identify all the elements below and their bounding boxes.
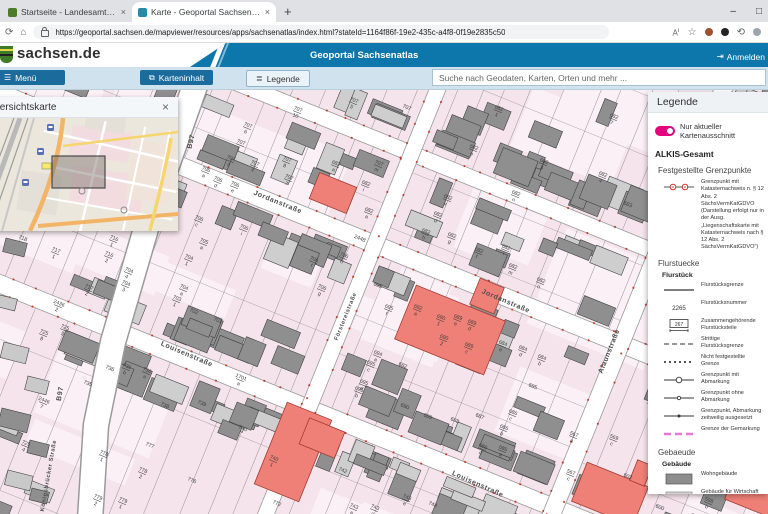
legend-symbol-number: 2265 — [662, 300, 696, 315]
legend-row: Grenzpunkt ohne Abmarkung — [655, 390, 764, 405]
legend-row: Grenzpunkt, Abmarkung zeitweilig ausgese… — [655, 408, 764, 423]
legend-symbol-line-dot — [662, 408, 696, 423]
legend-group-title: ALKIS-Gesamt — [655, 149, 764, 159]
overview-close-icon[interactable]: × — [162, 100, 169, 114]
svg-text:267: 267 — [675, 321, 684, 327]
lock-icon — [41, 30, 49, 37]
tab-favicon — [8, 8, 17, 17]
legend-subsection-title: Gebäude — [655, 461, 764, 468]
window-controls: – □ — [724, 0, 768, 22]
browser-essentials-icon[interactable] — [721, 28, 729, 36]
legend-section-title: Gebaeude — [655, 448, 764, 457]
legend-row-label: Flurstücksgrenze — [701, 282, 764, 289]
legend-row: 2265 Flurstücksnummer — [655, 300, 764, 315]
menu-button[interactable]: ☰ Menü — [0, 70, 65, 85]
legend-symbol-grenzpunkt — [662, 179, 696, 194]
site-logo[interactable]: sachsen.de — [17, 45, 101, 62]
legend-row: Grenzpunkt mit Katasternachweis n. § 12 … — [655, 179, 764, 252]
tab-close-icon[interactable]: × — [121, 7, 126, 17]
header-banner: Geoportal Sachsenatlas ⇥Anmelden — [190, 43, 768, 67]
legend-row-label: Grenzpunkt ohne Abmarkung — [701, 390, 764, 405]
legend-row-label: Grenzpunkt, Abmarkung zeitweilig ausgese… — [701, 408, 764, 423]
legend-row: Strittige Flurstücksgrenze — [655, 336, 764, 351]
legend-symbol-line-circle-small — [662, 390, 696, 405]
tab-strip: Startseite - Landesamt für Geob…×Karte -… — [2, 2, 276, 22]
url-text: https://geoportal.sachsen.de/mapviewer/r… — [55, 28, 505, 37]
tab-favicon — [138, 8, 147, 17]
browser-tab-bar: Startseite - Landesamt für Geob…×Karte -… — [0, 0, 768, 22]
legend-section-title: Festgestellte Grenzpunkte — [655, 166, 764, 175]
hamburger-icon: ☰ — [4, 73, 11, 82]
browser-tab[interactable]: Startseite - Landesamt für Geob… × — [2, 2, 132, 22]
tab-title: Startseite - Landesamt für Geob… — [21, 7, 117, 17]
legend-section-title: Flurstuecke — [655, 259, 764, 268]
site-header: sachsen.de Geoportal Sachsenatlas ⇥Anmel… — [0, 43, 768, 67]
legend-row-label: Grenzpunkt mit Abmarkung — [701, 372, 764, 387]
app-title: Geoportal Sachsenatlas — [310, 50, 418, 61]
map-extent-rectangle[interactable] — [52, 156, 105, 188]
legend-symbol-swatch-dark — [662, 471, 696, 486]
login-icon: ⇥ — [717, 51, 724, 62]
legend-row: Grenze der Gemarkung — [655, 426, 764, 441]
legend-symbol-line-dots — [662, 354, 696, 369]
toggle-label: Nur aktueller Kartenausschnitt — [680, 122, 764, 140]
sync-icon[interactable]: ⟲ — [737, 27, 745, 38]
address-bar: ⟳ ⌂ https://geoportal.sachsen.de/mapview… — [0, 22, 768, 43]
map-canvas[interactable]: 707107076707170797074707870777075707706a… — [0, 90, 768, 514]
legend-row: 267 Zusammengehörende Flurstücksteile — [655, 318, 764, 333]
overview-panel-title: Übersichtskarte — [0, 102, 56, 113]
legend-symbol-line-dash — [662, 336, 696, 351]
legend-panel: Legende Nur aktueller Kartenausschnitt A… — [648, 92, 768, 494]
legend-subsection-title: Flurstück — [655, 272, 764, 279]
legend-title: Legende — [657, 96, 698, 108]
map-content-button[interactable]: ⧉ Karteninhalt — [140, 70, 213, 85]
legend-row-label: Flurstücksnummer — [701, 300, 764, 307]
browser-action-icons: Aı ☆ ⟲ — [672, 27, 763, 38]
legend-row: Gebäude für Wirtschaft oder Gewerbe — [655, 489, 764, 494]
refresh-icon[interactable]: ⟳ — [5, 27, 13, 38]
tab-close-icon[interactable]: × — [265, 7, 270, 17]
profile-avatar[interactable] — [753, 28, 761, 36]
legend-button[interactable]: ≣ Legende — [246, 70, 310, 87]
browser-tab[interactable]: Karte - Geoportal Sachsenatlas × — [132, 2, 276, 22]
login-button[interactable]: ⇥Anmelden — [717, 51, 765, 62]
map-extent-toggle[interactable] — [655, 126, 675, 136]
legend-row: Grenzpunkt mit Abmarkung — [655, 372, 764, 387]
legend-row-label: Wohngebäude — [701, 471, 764, 478]
new-tab-button[interactable]: + — [284, 4, 292, 19]
legend-symbol-line-solid — [662, 282, 696, 297]
legend-row: Nicht festgestellte Grenze — [655, 354, 764, 369]
minimize-button[interactable]: – — [730, 6, 736, 17]
extension-icon[interactable] — [705, 28, 713, 36]
legend-row-label: Zusammengehörende Flurstücksteile — [701, 318, 764, 333]
legend-row-label: Strittige Flurstücksgrenze — [701, 336, 764, 351]
url-field[interactable]: https://geoportal.sachsen.de/mapviewer/r… — [33, 25, 609, 39]
tab-title: Karte - Geoportal Sachsenatlas — [151, 7, 261, 17]
legend-symbol-line-magenta — [662, 426, 696, 441]
overview-map-panel: Übersichtskarte × — [0, 97, 178, 231]
layers-icon: ⧉ — [149, 73, 155, 83]
app-toolbar: ☰ Menü ⧉ Karteninhalt ≣ Legende — [0, 67, 768, 90]
route-shield — [42, 163, 51, 169]
legend-symbol-box-number: 267 — [662, 318, 696, 333]
saxony-crest-icon — [0, 46, 13, 63]
legend-row-label: Grenzpunkt mit Katasternachweis n. § 12 … — [701, 179, 764, 252]
legend-symbol-swatch-light — [662, 489, 696, 494]
home-icon[interactable]: ⌂ — [20, 27, 26, 38]
svg-text:2265: 2265 — [672, 305, 686, 312]
legend-row-label: Grenze der Gemarkung — [701, 426, 764, 433]
legend-header: Legende — [648, 92, 768, 113]
list-icon: ≣ — [256, 74, 263, 83]
legend-row-label: Gebäude für Wirtschaft oder Gewerbe — [701, 489, 764, 494]
favorite-star-icon[interactable]: ☆ — [688, 27, 697, 38]
overview-map[interactable] — [0, 118, 178, 231]
legend-row: Wohngebäude — [655, 471, 764, 486]
search-input[interactable] — [432, 69, 766, 86]
legend-row-label: Nicht festgestellte Grenze — [701, 354, 764, 369]
legend-symbol-line-circle — [662, 372, 696, 387]
read-aloud-icon[interactable]: Aı — [672, 27, 679, 38]
legend-row: Flurstücksgrenze — [655, 282, 764, 297]
maximize-button[interactable]: □ — [756, 6, 762, 17]
